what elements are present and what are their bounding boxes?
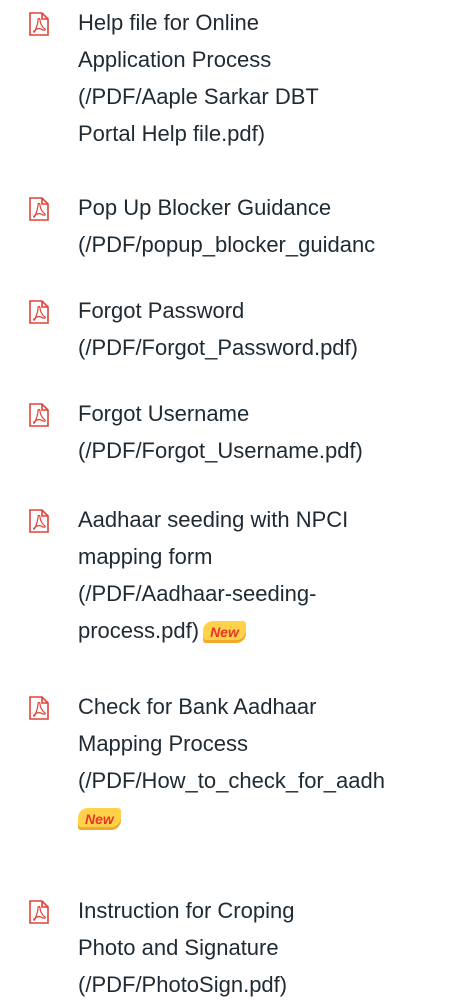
label-line: Application Process xyxy=(78,47,272,72)
label-line: Portal Help file.pdf) xyxy=(78,121,266,146)
label-line: Forgot Username xyxy=(78,401,250,426)
new-badge: New xyxy=(78,808,121,831)
label-line: Pop Up Blocker Guidance xyxy=(78,195,332,220)
label-line: Forgot Password xyxy=(78,298,245,323)
download-item-label: Pop Up Blocker Guidance (/PDF/popup_bloc… xyxy=(78,189,458,263)
new-badge: New xyxy=(203,621,246,644)
pdf-file-icon xyxy=(28,696,50,720)
label-line: Mapping Process xyxy=(78,731,248,756)
pdf-file-icon xyxy=(28,300,50,324)
download-item-label: Forgot Password (/PDF/Forgot_Password.pd… xyxy=(78,292,458,366)
badge-line: New xyxy=(78,799,458,836)
label-line: (/PDF/PhotoSign.pdf) xyxy=(78,972,288,997)
label-line: Photo and Signature xyxy=(78,935,279,960)
label-line: (/PDF/popup_blocker_guidanc xyxy=(78,232,376,257)
label-line: mapping form xyxy=(78,544,213,569)
label-line: Instruction for Croping xyxy=(78,898,295,923)
label-line-text: process.pdf) xyxy=(78,618,200,643)
pdf-file-icon xyxy=(28,197,50,221)
label-line: Aadhaar seeding with NPCI xyxy=(78,507,349,532)
label-line: (/PDF/Forgot_Password.pdf) xyxy=(78,335,358,360)
download-item-label: Check for Bank Aadhaar Mapping Process (… xyxy=(78,688,458,836)
pdf-file-icon xyxy=(28,509,50,533)
label-line: (/PDF/Aaple Sarkar DBT xyxy=(78,84,319,109)
label-line: (/PDF/How_to_check_for_aadh xyxy=(78,768,385,793)
download-item-label: Instruction for Croping Photo and Signat… xyxy=(78,892,458,1003)
download-item-label: Aadhaar seeding with NPCI mapping form (… xyxy=(78,501,458,649)
download-item-label: Forgot Username (/PDF/Forgot_Username.pd… xyxy=(78,395,458,469)
pdf-file-icon xyxy=(28,900,50,924)
label-line: Check for Bank Aadhaar xyxy=(78,694,317,719)
label-line-with-badge: process.pdf) New xyxy=(78,612,458,649)
label-line: (/PDF/Aadhaar-seeding- xyxy=(78,581,317,606)
label-line: Help file for Online xyxy=(78,10,259,35)
pdf-file-icon xyxy=(28,403,50,427)
download-item-label: Help file for Online Application Process… xyxy=(78,4,458,152)
label-line: (/PDF/Forgot_Username.pdf) xyxy=(78,438,363,463)
pdf-file-icon xyxy=(28,12,50,36)
